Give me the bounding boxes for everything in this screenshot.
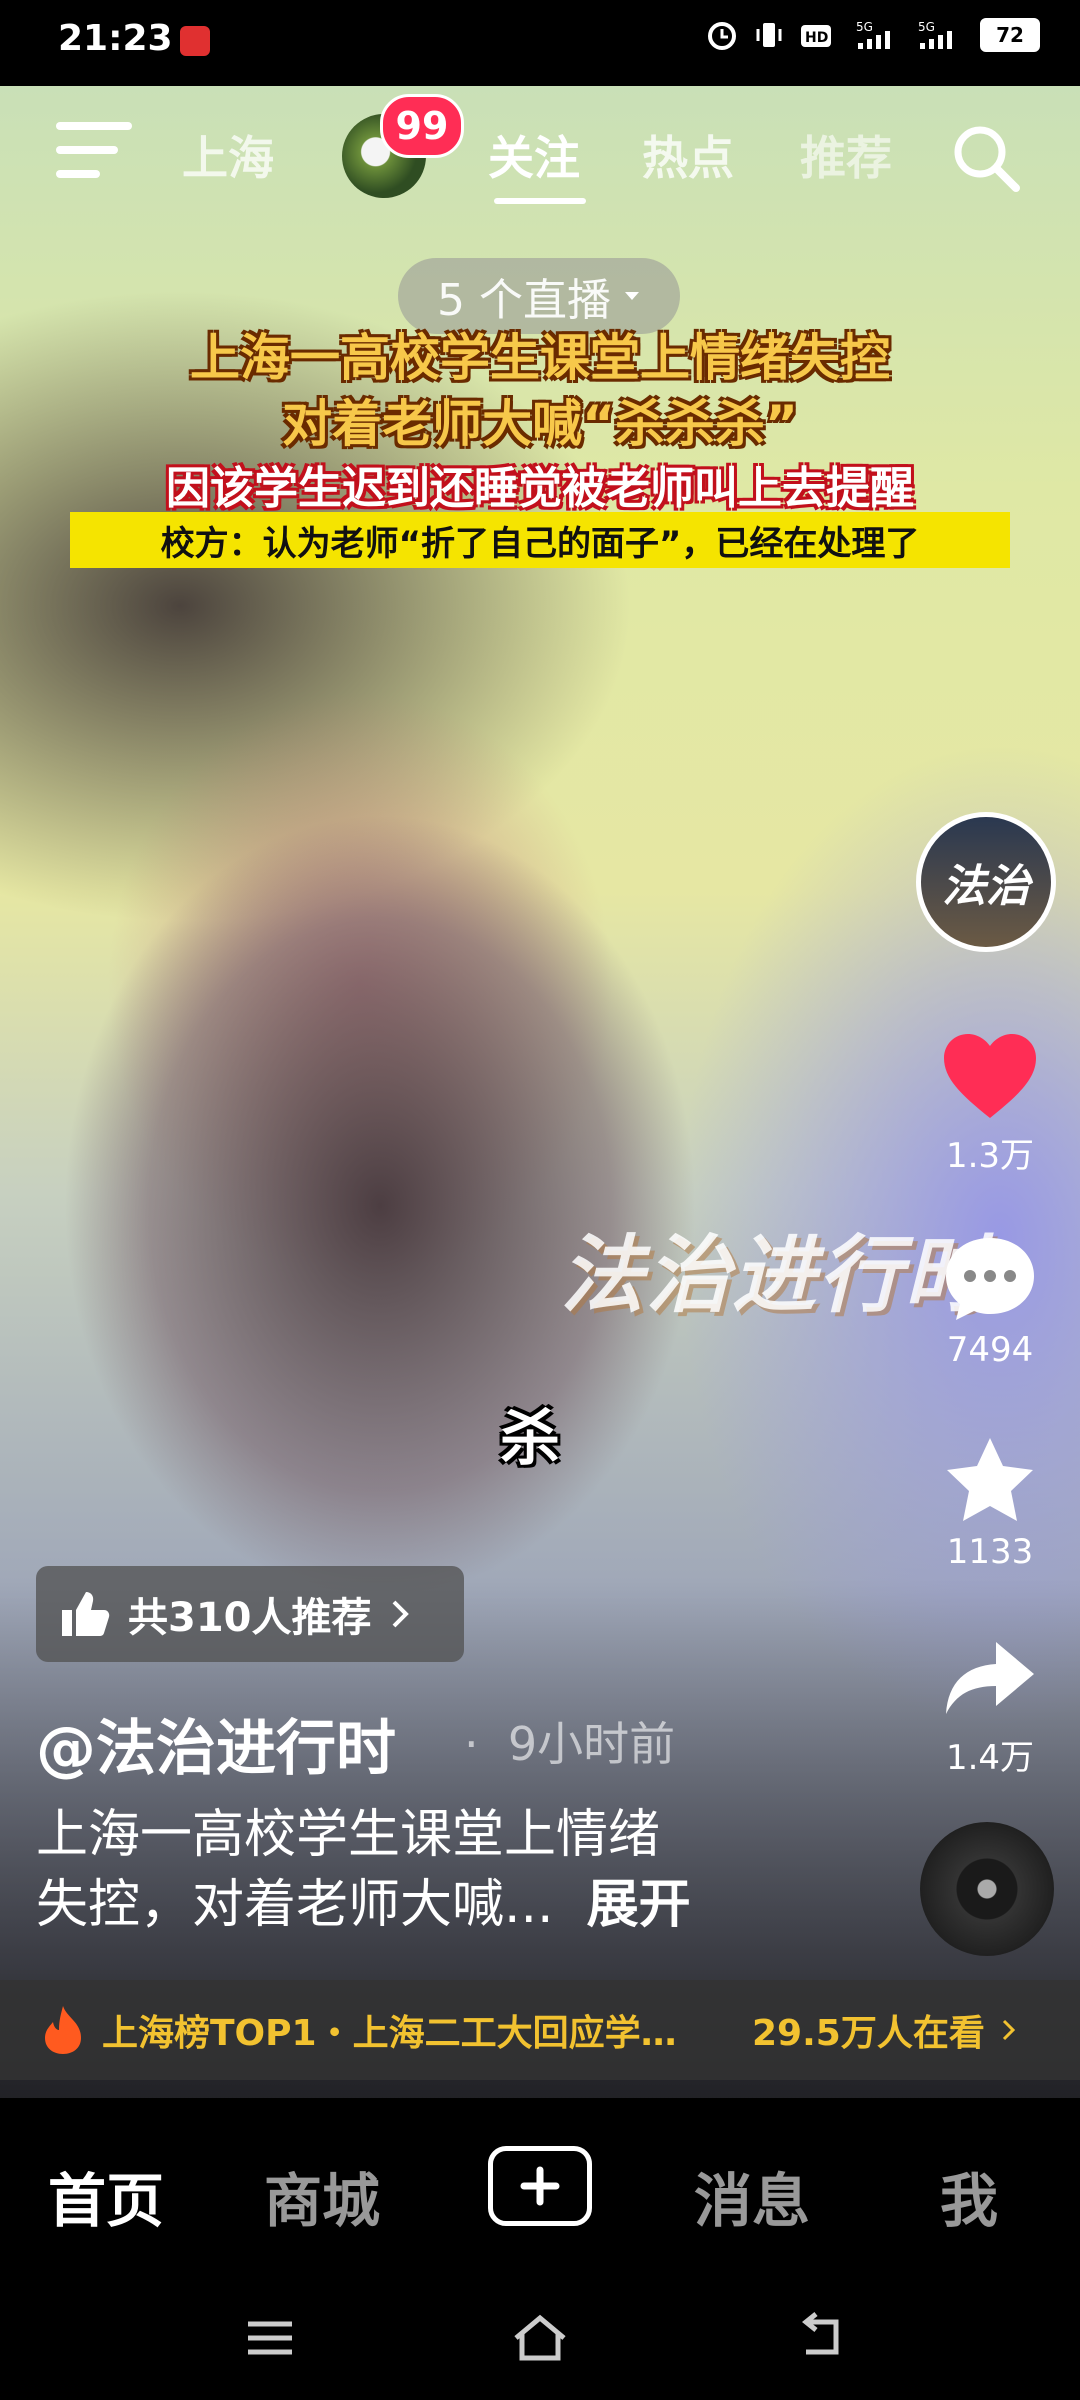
nav-messages[interactable]: 消息 xyxy=(694,2154,810,2238)
nav-home[interactable]: 首页 xyxy=(48,2154,164,2238)
battery-icon: 72 xyxy=(980,18,1040,52)
bottom-nav: 首页 商城 消息 我 xyxy=(0,2098,1080,2278)
video-headline-2: 对着老师大喊“杀杀杀” xyxy=(282,395,798,453)
tab-hot[interactable]: 热点 xyxy=(642,122,734,188)
author-avatar[interactable]: 法治 xyxy=(916,812,1056,952)
flame-icon xyxy=(45,2006,81,2054)
plus-icon xyxy=(520,2166,560,2206)
trending-bar[interactable]: 上海榜TOP1・上海二工大回应学… 29.5万人在看 xyxy=(0,1980,1080,2080)
desc-line-2: 失控，对着老师大喊... xyxy=(36,1875,554,1935)
recents-icon[interactable] xyxy=(244,2318,296,2358)
heart-icon xyxy=(944,1034,1036,1118)
notification-badge: 99 xyxy=(380,94,464,158)
author-name[interactable]: @法治进行时 xyxy=(36,1700,396,1787)
tab-recommend[interactable]: 推荐 xyxy=(800,122,892,188)
nav-mall[interactable]: 商城 xyxy=(264,2154,380,2238)
app-notification-icon xyxy=(180,26,210,56)
menu-icon[interactable] xyxy=(56,122,132,180)
share-button[interactable]: 1.4万 xyxy=(920,1632,1060,1779)
status-bar: 21:23 HD 5G 5G 72 xyxy=(0,0,1080,86)
svg-text:5G: 5G xyxy=(856,20,873,34)
star-icon xyxy=(947,1438,1033,1521)
video-headline-4: 校方：认为老师“折了自己的面子”，已经在处理了 xyxy=(70,512,1010,568)
caret-down-icon xyxy=(624,292,639,300)
expand-link[interactable]: 展开 xyxy=(587,1875,691,1935)
alarm-icon xyxy=(708,22,736,50)
favorite-count: 1133 xyxy=(946,1532,1034,1572)
status-time: 21:23 xyxy=(58,18,173,59)
active-tab-indicator xyxy=(494,198,586,204)
chevron-right-icon xyxy=(392,1600,409,1628)
recommend-label: 共310人推荐 xyxy=(128,1595,372,1641)
favorite-button[interactable]: 1133 xyxy=(920,1434,1060,1572)
video-headline-4-text: 校方：认为老师“折了自己的面子”，已经在处理了 xyxy=(160,523,920,564)
svg-text:HD: HD xyxy=(805,30,828,46)
desc-line-1: 上海一高校学生课堂上情绪 xyxy=(36,1805,661,1865)
trending-text: 上海榜TOP1・上海二工大回应学… xyxy=(102,2013,677,2054)
home-icon[interactable] xyxy=(510,2312,570,2362)
signal-5g-icon: 5G xyxy=(856,20,890,49)
signal-5g-icon-2: 5G xyxy=(918,20,952,49)
author-avatar-text: 法治 xyxy=(942,861,1030,912)
system-nav-bar xyxy=(0,2278,1080,2400)
create-button[interactable] xyxy=(488,2146,592,2226)
recommend-pill[interactable]: 共310人推荐 xyxy=(36,1566,464,1662)
like-count: 1.3万 xyxy=(945,1136,1035,1176)
video-headline-3: 因该学生迟到还睡觉被老师叫上去提醒 xyxy=(166,463,914,514)
back-icon[interactable] xyxy=(798,2312,848,2362)
chevron-right-icon xyxy=(1002,2019,1015,2041)
post-time: · 9小时前 xyxy=(464,1717,676,1771)
post-time-text: 9小时前 xyxy=(507,1717,676,1771)
tab-following[interactable]: 关注 xyxy=(488,122,580,188)
top-nav: 上海 99 关注 热点 推荐 xyxy=(0,86,1080,216)
post-description[interactable]: 上海一高校学生课堂上情绪 失控，对着老师大喊... 展开 xyxy=(36,1800,691,1940)
tab-city[interactable]: 上海 xyxy=(182,122,274,188)
like-button[interactable]: 1.3万 xyxy=(920,1030,1060,1177)
video-headline-1: 上海一高校学生课堂上情绪失控 xyxy=(190,329,890,387)
thumbs-up-icon xyxy=(62,1592,110,1636)
share-arrow-icon xyxy=(946,1642,1034,1714)
status-icons: HD 5G 5G 72 xyxy=(706,18,1040,52)
comment-button[interactable]: 7494 xyxy=(920,1232,1060,1370)
nav-me[interactable]: 我 xyxy=(940,2154,998,2238)
svg-text:5G: 5G xyxy=(918,20,935,34)
comment-icon xyxy=(946,1238,1034,1320)
following-avatar[interactable]: 99 xyxy=(342,94,464,198)
share-count: 1.4万 xyxy=(945,1738,1035,1778)
music-disc-icon[interactable] xyxy=(920,1822,1054,1956)
vibrate-icon xyxy=(756,23,782,47)
comment-count: 7494 xyxy=(946,1330,1034,1370)
video-subtitle: 杀 xyxy=(500,1404,560,1474)
hd-icon: HD xyxy=(801,25,831,47)
search-icon[interactable] xyxy=(948,120,1026,198)
trending-viewers: 29.5万人在看 xyxy=(752,2013,985,2054)
